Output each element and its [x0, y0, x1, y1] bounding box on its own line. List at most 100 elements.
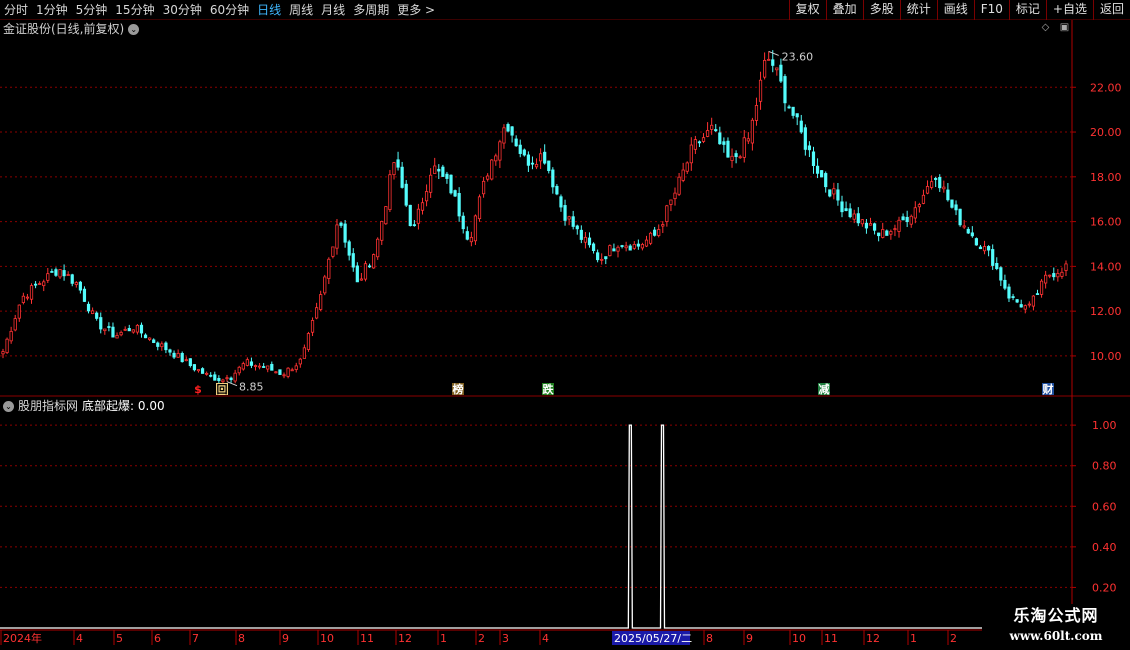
time-label-3: 6	[154, 632, 161, 645]
candle-body	[294, 365, 298, 370]
candle-body	[534, 164, 539, 168]
candle-body	[229, 377, 233, 381]
candle-body	[469, 236, 473, 243]
candle-body	[901, 216, 905, 221]
price-tick-label: 14.00	[1090, 260, 1122, 273]
candle-body	[754, 105, 759, 121]
candle-body	[579, 229, 583, 240]
low-price-label: 8.85	[239, 381, 264, 394]
candle-body	[665, 205, 669, 222]
candle-body	[86, 303, 91, 312]
candle-body	[107, 326, 111, 328]
candle-body	[437, 168, 441, 172]
candle-body	[539, 153, 543, 162]
candle-body	[245, 359, 249, 366]
candle-body	[1015, 299, 1019, 303]
candle-body	[889, 231, 893, 235]
candle-body	[767, 58, 771, 61]
time-label-16: 8	[706, 632, 713, 645]
candle-body	[543, 151, 547, 164]
candle-body	[143, 334, 148, 339]
candle-body	[587, 237, 592, 246]
time-label-8: 11	[360, 632, 374, 645]
candle-body	[929, 181, 934, 188]
candle-body	[522, 149, 526, 156]
candle-body	[347, 241, 351, 256]
candle-body	[1056, 273, 1060, 278]
candle-body	[995, 263, 999, 270]
candle-body	[331, 246, 335, 257]
candle-body	[836, 189, 840, 201]
candle-body	[135, 324, 140, 333]
candle-body	[738, 156, 742, 159]
candle-body	[685, 162, 689, 172]
candle-body	[200, 368, 205, 374]
candle-body	[555, 185, 559, 195]
candle-body	[689, 144, 693, 164]
candle-body	[486, 175, 490, 180]
time-label-2: 5	[116, 632, 123, 645]
candle-body	[673, 192, 677, 200]
candle-body	[58, 269, 62, 278]
candle-body	[885, 230, 889, 236]
candle-body	[266, 365, 270, 370]
candle-body	[160, 343, 164, 348]
candle-body	[628, 245, 632, 251]
candle-body	[209, 374, 213, 377]
candle-body	[25, 296, 30, 299]
candle-body	[21, 295, 25, 303]
candle-body	[315, 307, 319, 319]
candle-body	[180, 352, 184, 363]
candle-body	[958, 208, 962, 226]
chart-canvas[interactable]: 22.00 20.00 18.00 16.00 14.00 12.00 10.00 1.00 0…	[0, 0, 1130, 650]
candle-body	[844, 208, 848, 212]
candle-body	[795, 113, 799, 118]
candle-body	[811, 151, 816, 166]
candle-body	[938, 177, 942, 189]
candle-body	[192, 364, 197, 371]
candle-body	[946, 189, 950, 201]
candle-body	[78, 281, 82, 291]
candle-body	[29, 285, 34, 300]
candle-body	[734, 153, 738, 158]
candle-body	[164, 342, 168, 351]
candle-body	[705, 130, 710, 137]
candle-body	[339, 222, 343, 226]
candle-body	[1027, 303, 1031, 306]
event-marker-0: $	[194, 383, 202, 396]
candle-body	[465, 231, 469, 240]
candle-body	[274, 371, 278, 374]
candle-body	[1023, 305, 1027, 310]
candle-body	[233, 372, 237, 382]
candle-body	[367, 265, 372, 268]
candle-body	[196, 369, 201, 372]
candle-body	[742, 137, 746, 158]
candle-body	[518, 144, 522, 154]
candle-body	[820, 170, 824, 178]
high-pointer	[768, 50, 779, 56]
candle-body	[420, 202, 425, 211]
indicator-tick-label: 1.00	[1092, 419, 1117, 432]
candle-body	[42, 281, 46, 287]
candle-body	[213, 374, 217, 381]
time-label-12: 3	[502, 632, 509, 645]
candle-body	[921, 194, 926, 204]
candle-body	[91, 310, 95, 314]
candle-body	[384, 206, 388, 225]
candle-body	[290, 369, 294, 372]
candle-body	[282, 374, 286, 377]
candle-body	[429, 174, 433, 193]
time-label-19: 11	[824, 632, 838, 645]
candle-body	[1064, 263, 1068, 271]
indicator-tick-label: 0.80	[1092, 460, 1117, 473]
candle-body	[473, 215, 478, 242]
candle-body	[681, 169, 685, 181]
candle-body	[514, 138, 518, 147]
time-label-21: 1	[910, 632, 917, 645]
candle-body	[95, 312, 99, 319]
candle-body	[982, 246, 987, 252]
candle-body	[449, 174, 453, 194]
candle-body	[335, 224, 339, 249]
candle-body	[791, 106, 795, 116]
time-label-20: 12	[866, 632, 880, 645]
